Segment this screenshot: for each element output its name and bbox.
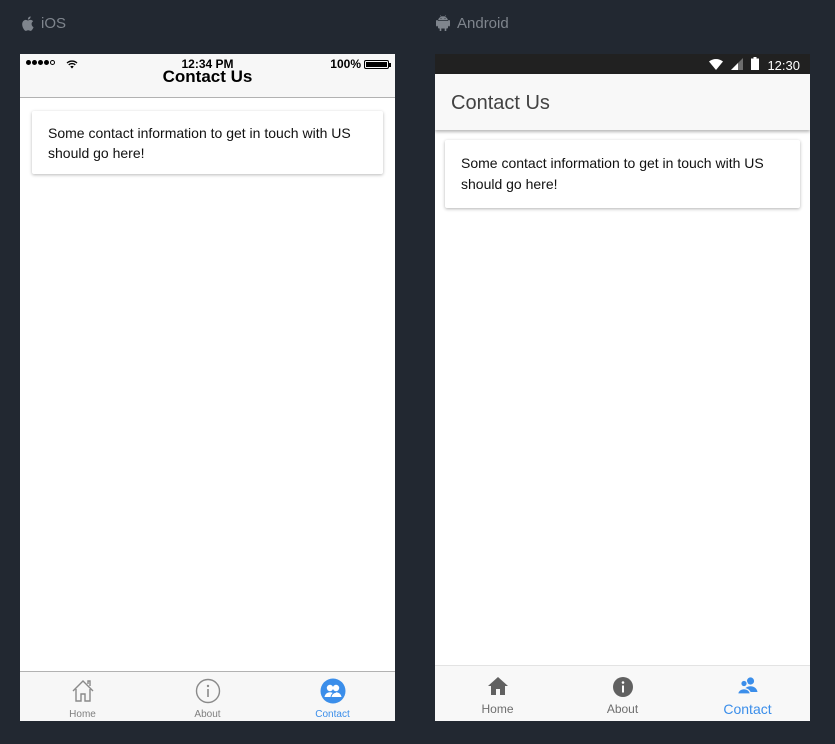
ios-device-screen: 12:34 PM 100% Contact Us Some contact in… bbox=[20, 54, 395, 721]
info-circle-outline-icon bbox=[195, 678, 221, 709]
android-status-time: 12:30 bbox=[767, 57, 800, 73]
contacts-icon bbox=[736, 676, 760, 701]
battery-icon bbox=[751, 57, 760, 73]
ios-contact-card: Some contact information to get in touch… bbox=[32, 111, 383, 174]
android-status-bar: 12:30 bbox=[435, 54, 810, 74]
wifi-icon bbox=[709, 58, 724, 73]
info-icon bbox=[612, 676, 634, 703]
home-icon bbox=[487, 676, 509, 701]
cellular-signal-icon bbox=[731, 57, 744, 73]
android-tab-contact[interactable]: Contact bbox=[685, 666, 810, 721]
apple-icon bbox=[21, 15, 34, 31]
android-device-screen: 12:30 Contact Us Some contact informatio… bbox=[435, 54, 810, 721]
android-page-title: Contact Us bbox=[451, 92, 550, 114]
ios-tab-about[interactable]: About bbox=[145, 672, 270, 721]
android-contact-card: Some contact information to get in touch… bbox=[445, 140, 800, 208]
ios-navigation-bar: 12:34 PM 100% Contact Us bbox=[20, 54, 395, 98]
ios-platform-label: iOS bbox=[21, 13, 66, 33]
ios-tab-bar: Home About Contact bbox=[20, 671, 395, 721]
android-tab-about[interactable]: About bbox=[560, 666, 685, 721]
android-tab-contact-label: Contact bbox=[723, 701, 772, 717]
ios-tab-home-label: Home bbox=[69, 709, 96, 720]
android-tab-home-label: Home bbox=[481, 702, 514, 716]
ios-tab-contact-label: Contact bbox=[315, 709, 350, 720]
android-platform-label: Android bbox=[436, 13, 509, 33]
contacts-filled-icon bbox=[320, 678, 346, 709]
android-tab-bar: Home About Contact bbox=[435, 665, 810, 721]
ios-tab-contact[interactable]: Contact bbox=[270, 672, 395, 721]
ios-contact-card-text: Some contact information to get in touch… bbox=[48, 125, 351, 161]
android-icon bbox=[436, 15, 450, 31]
android-app-bar: Contact Us bbox=[435, 74, 810, 130]
android-label-text: Android bbox=[457, 14, 509, 32]
ios-tab-about-label: About bbox=[194, 709, 221, 720]
android-tab-about-label: About bbox=[606, 702, 639, 716]
ios-tab-home[interactable]: Home bbox=[20, 672, 145, 721]
home-outline-icon bbox=[70, 678, 96, 709]
ios-label-text: iOS bbox=[41, 14, 67, 32]
android-contact-card-text: Some contact information to get in touch… bbox=[461, 155, 764, 192]
ios-page-title: Contact Us bbox=[162, 67, 253, 86]
android-tab-home[interactable]: Home bbox=[435, 666, 560, 721]
